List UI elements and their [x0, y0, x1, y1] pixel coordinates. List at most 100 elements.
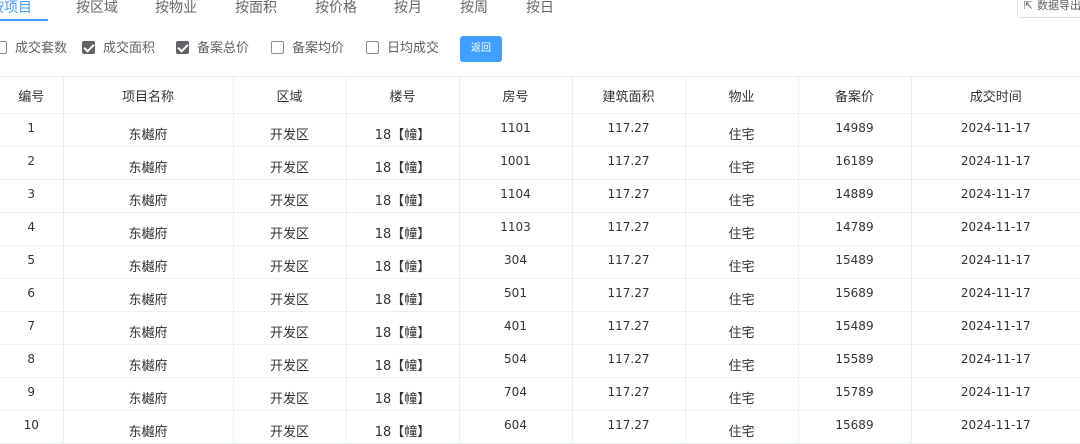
checkbox-box-checked[interactable]: [176, 41, 189, 54]
cell-project-name: 东樾府: [63, 245, 234, 279]
cell-building: 18【幢】: [346, 311, 460, 345]
cell-deal-date: 2024-11-17: [911, 212, 1080, 246]
cell-room: 504: [459, 344, 573, 378]
tab-by-project[interactable]: 按项目: [0, 0, 32, 20]
cell-deal-date: 2024-11-17: [911, 146, 1080, 180]
cell-property-type: 住宅: [685, 245, 799, 279]
cell-room: 1104: [459, 179, 573, 213]
checkbox-box[interactable]: [271, 41, 284, 54]
tab-by-area[interactable]: 按面积: [235, 0, 277, 20]
checkbox-deal-count[interactable]: 成交套数: [0, 41, 67, 57]
header-floor-area: 建筑面积: [572, 76, 686, 114]
cell-id: 2: [0, 146, 64, 180]
header-id: 编号: [0, 76, 64, 114]
cell-id: 5: [0, 245, 64, 279]
checkbox-deal-area[interactable]: 成交面积: [82, 41, 155, 57]
cell-project-name: 东樾府: [63, 146, 234, 180]
cell-deal-date: 2024-11-17: [911, 245, 1080, 279]
cell-room: 704: [459, 377, 573, 411]
cell-region: 开发区: [233, 377, 347, 411]
checkbox-filing-average[interactable]: 备案均价: [271, 41, 344, 57]
checkbox-box-checked[interactable]: [82, 41, 95, 54]
table-row: 2 东樾府 开发区 18【幢】 1001 117.27 住宅 16189 2024-11-17: [0, 146, 1080, 180]
cell-floor-area: 117.27: [572, 410, 686, 444]
cell-filing-price: 15689: [798, 410, 912, 444]
header-property-type: 物业: [685, 76, 799, 114]
cell-project-name: 东樾府: [63, 113, 234, 147]
cell-floor-area: 117.27: [572, 245, 686, 279]
transactions-table: 编号 项目名称 区域 楼号 房号 建筑面积 物业 备案价 成交时间 1 东樾府 开发区 18【幢】 11…: [0, 76, 1080, 444]
checkbox-label: 成交套数: [15, 41, 68, 56]
cell-project-name: 东樾府: [63, 311, 234, 345]
cell-building: 18【幢】: [346, 344, 460, 378]
table-row: 10 东樾府 开发区 18【幢】 604 117.27 住宅 15689 2024-11-17: [0, 410, 1080, 444]
tab-by-month[interactable]: 按月: [394, 0, 422, 20]
cell-building: 18【幢】: [346, 179, 460, 213]
checkbox-label: 日均成交: [387, 41, 440, 56]
table-row: 1 东樾府 开发区 18【幢】 1101 117.27 住宅 14989 2024-11-17: [0, 113, 1080, 147]
cell-region: 开发区: [233, 344, 347, 378]
cell-floor-area: 117.27: [572, 179, 686, 213]
cell-filing-price: 14789: [798, 212, 912, 246]
cell-id: 6: [0, 278, 64, 312]
header-deal-date: 成交时间: [911, 76, 1080, 114]
cell-region: 开发区: [233, 146, 347, 180]
cell-floor-area: 117.27: [572, 311, 686, 345]
cell-floor-area: 117.27: [572, 377, 686, 411]
checkbox-label: 成交面积: [103, 41, 156, 56]
filter-options: 成交套数 成交面积 备案总价 备案均价 日均成交 返回: [0, 36, 1080, 62]
back-button[interactable]: 返回: [460, 36, 502, 62]
checkbox-daily-average[interactable]: 日均成交: [366, 41, 439, 57]
table-row: 5 东樾府 开发区 18【幢】 304 117.27 住宅 15489 2024-11-17: [0, 245, 1080, 279]
cell-room: 1101: [459, 113, 573, 147]
tab-bar: 按项目 按区域 按物业 按面积 按价格 按月 按周 按日: [0, 0, 1000, 22]
checkbox-label: 备案总价: [197, 41, 250, 56]
cell-region: 开发区: [233, 278, 347, 312]
table-row: 7 东樾府 开发区 18【幢】 401 117.27 住宅 15489 2024-11-17: [0, 311, 1080, 345]
export-icon: ⇱: [1023, 0, 1033, 12]
cell-region: 开发区: [233, 212, 347, 246]
cell-building: 18【幢】: [346, 146, 460, 180]
cell-id: 9: [0, 377, 64, 411]
cell-deal-date: 2024-11-17: [911, 377, 1080, 411]
table-row: 9 东樾府 开发区 18【幢】 704 117.27 住宅 15789 2024-11-17: [0, 377, 1080, 411]
export-label: 数据导出: [1037, 0, 1080, 12]
checkbox-box[interactable]: [366, 41, 379, 54]
tab-by-property[interactable]: 按物业: [155, 0, 197, 20]
tab-by-week[interactable]: 按周: [460, 0, 488, 20]
header-room: 房号: [459, 76, 573, 114]
cell-property-type: 住宅: [685, 278, 799, 312]
header-filing-price: 备案价: [798, 76, 912, 114]
cell-deal-date: 2024-11-17: [911, 278, 1080, 312]
checkbox-box[interactable]: [0, 41, 7, 54]
cell-building: 18【幢】: [346, 410, 460, 444]
cell-room: 401: [459, 311, 573, 345]
table-row: 6 东樾府 开发区 18【幢】 501 117.27 住宅 15689 2024-11-17: [0, 278, 1080, 312]
active-tab-underline: [0, 19, 48, 21]
cell-id: 4: [0, 212, 64, 246]
export-data-button[interactable]: ⇱ 数据导出: [1016, 0, 1080, 18]
cell-project-name: 东樾府: [63, 278, 234, 312]
cell-filing-price: 16189: [798, 146, 912, 180]
checkbox-filing-total[interactable]: 备案总价: [176, 41, 249, 57]
cell-property-type: 住宅: [685, 146, 799, 180]
cell-filing-price: 14889: [798, 179, 912, 213]
table-row: 8 东樾府 开发区 18【幢】 504 117.27 住宅 15589 2024-11-17: [0, 344, 1080, 378]
cell-deal-date: 2024-11-17: [911, 344, 1080, 378]
cell-region: 开发区: [233, 410, 347, 444]
tab-by-price[interactable]: 按价格: [315, 0, 357, 20]
cell-filing-price: 15689: [798, 278, 912, 312]
tab-by-day[interactable]: 按日: [526, 0, 554, 20]
cell-property-type: 住宅: [685, 344, 799, 378]
cell-room: 604: [459, 410, 573, 444]
cell-floor-area: 117.27: [572, 278, 686, 312]
cell-building: 18【幢】: [346, 278, 460, 312]
cell-region: 开发区: [233, 179, 347, 213]
tab-by-region[interactable]: 按区域: [76, 0, 118, 20]
cell-room: 501: [459, 278, 573, 312]
cell-room: 1001: [459, 146, 573, 180]
cell-filing-price: 15789: [798, 377, 912, 411]
table-row: 3 东樾府 开发区 18【幢】 1104 117.27 住宅 14889 2024-11-17: [0, 179, 1080, 213]
cell-room: 304: [459, 245, 573, 279]
cell-filing-price: 15589: [798, 344, 912, 378]
